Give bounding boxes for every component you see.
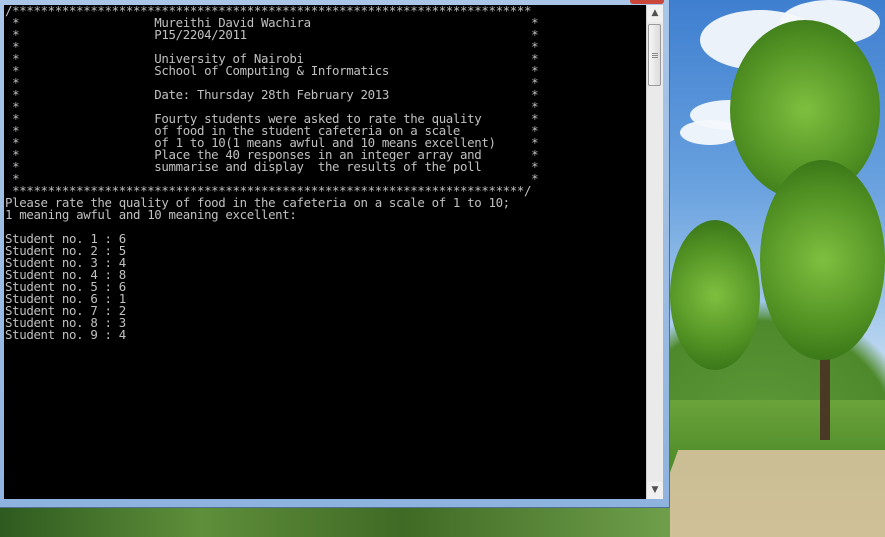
wallpaper-path [641, 450, 885, 537]
scrollbar-thumb[interactable] [648, 24, 661, 86]
vertical-scrollbar[interactable]: ▲ ▼ [646, 5, 663, 499]
console-output-area[interactable]: /***************************************… [4, 5, 646, 499]
close-button[interactable] [630, 0, 664, 4]
console-line: 1 meaning awful and 10 meaning excellent… [5, 207, 297, 222]
console-window[interactable]: /***************************************… [0, 0, 670, 508]
wallpaper-foliage [0, 508, 670, 537]
console-line: Student no. 9 : 4 [5, 327, 126, 342]
scroll-down-icon[interactable]: ▼ [647, 482, 663, 499]
console-text: /***************************************… [4, 5, 646, 341]
scroll-up-icon[interactable]: ▲ [647, 5, 663, 22]
wallpaper-tree [760, 160, 885, 360]
wallpaper-tree [670, 220, 760, 370]
